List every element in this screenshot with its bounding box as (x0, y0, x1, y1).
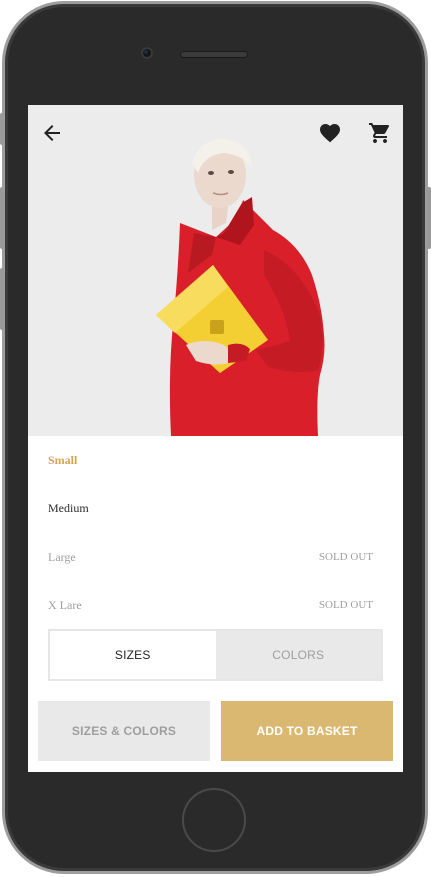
front-camera (141, 47, 153, 59)
side-button-volume-up (0, 187, 4, 249)
side-button-mute (0, 113, 4, 145)
size-label: Medium (48, 500, 89, 515)
app-screen: Small Medium Large SOLD OUT X Lare SOLD … (28, 105, 403, 772)
size-option-small[interactable]: Small (48, 450, 373, 470)
size-label: Large (48, 549, 76, 564)
tab-sizes[interactable]: SIZES (50, 631, 216, 679)
size-label: X Lare (48, 597, 82, 612)
size-option-medium[interactable]: Medium (48, 498, 373, 518)
add-to-basket-button[interactable]: ADD TO BASKET (221, 701, 393, 761)
sold-out-label: SOLD OUT (318, 551, 373, 563)
product-hero (28, 105, 403, 436)
back-arrow-icon[interactable] (40, 121, 64, 145)
size-option-x-large[interactable]: X Lare SOLD OUT (48, 595, 373, 615)
sold-out-label: SOLD OUT (318, 599, 373, 611)
size-label: Small (48, 452, 78, 467)
heart-icon[interactable] (318, 121, 342, 145)
cart-icon[interactable] (368, 121, 392, 145)
product-photo (28, 105, 403, 436)
sizes-colors-button[interactable]: SIZES & COLORS (38, 701, 210, 761)
side-button-volume-down (0, 268, 4, 330)
tab-colors[interactable]: COLORS (216, 631, 382, 679)
earpiece-speaker (180, 51, 248, 58)
size-option-large[interactable]: Large SOLD OUT (48, 547, 373, 567)
size-color-tabs: SIZES COLORS (48, 629, 383, 681)
home-button[interactable] (182, 788, 246, 852)
side-button-power (427, 187, 431, 249)
